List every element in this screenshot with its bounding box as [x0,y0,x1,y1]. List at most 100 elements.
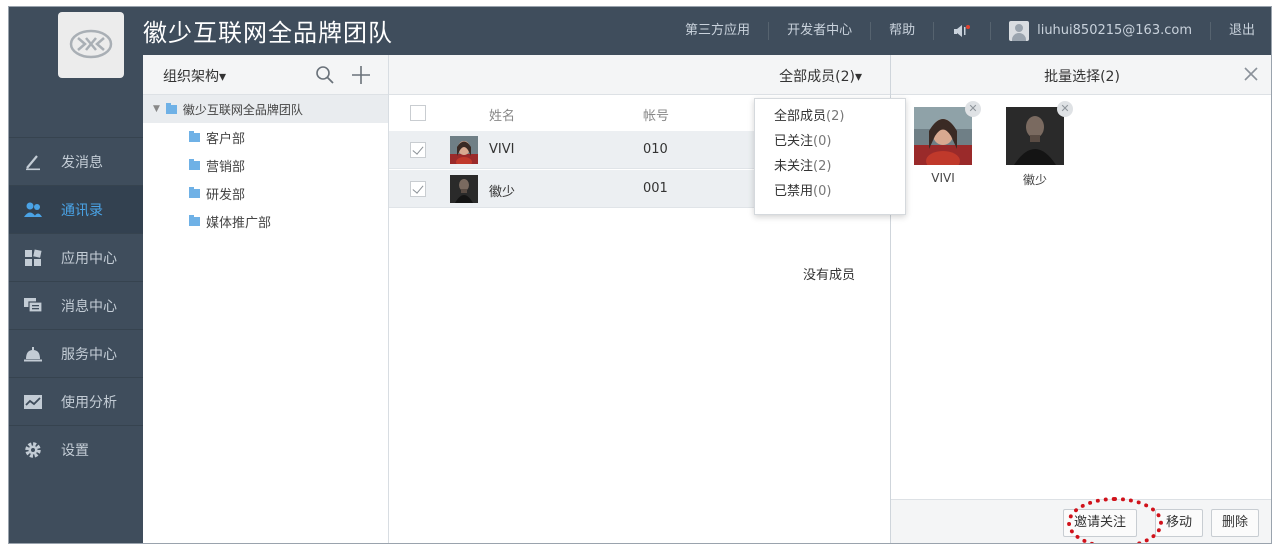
sidebar-item-contacts[interactable]: 通讯录 [9,185,143,233]
delete-button[interactable]: 删除 [1211,509,1260,537]
filter-option-label: 未关注 [774,159,814,174]
avatar [914,107,972,171]
logout-link[interactable]: 退出 [1209,22,1271,40]
folder-icon [189,158,200,170]
nav-third-party-apps[interactable]: 第三方应用 [667,22,768,40]
member-account: 010 [643,142,668,157]
team-title: 徽少互联网全品牌团队 [143,19,393,47]
org-tree-panel: 组织架构▾ ▼ 徽少互联网全品牌团队 客户部 营销部 研发部 媒体推广部 [143,55,389,543]
messages-icon [23,296,43,316]
folder-icon [189,130,200,142]
sidebar: 发消息 通讯录 应用中心 消息中心 服务中心 使用分析 设置 [9,7,143,543]
filter-option-label: 已关注 [774,134,814,149]
sidebar-menu: 发消息 通讯录 应用中心 消息中心 服务中心 使用分析 设置 [9,137,143,473]
member-filter-menu: 全部成员(2) 已关注(0) 未关注(2) 已禁用(0) [754,98,906,215]
filter-option-count: (0) [813,134,832,149]
selected-member-name: VIVI [931,171,955,185]
batch-select-panel: 批量选择(2) ✕ VIVI ✕ 徽少 邀请关注 移动 删除 [891,55,1271,543]
member-account: 001 [643,181,668,196]
sidebar-item-settings[interactable]: 设置 [9,425,143,473]
search-icon[interactable] [315,65,335,89]
sidebar-item-label: 应用中心 [61,250,117,267]
select-all-checkbox[interactable] [410,105,426,121]
tree-item-department[interactable]: 研发部 [143,179,388,207]
row-checkbox[interactable] [410,181,426,197]
avatar [450,175,478,203]
filter-option-label: 全部成员 [774,109,827,124]
top-nav: 第三方应用 开发者中心 帮助 liuhui850215@163.com 退出 [667,7,1271,55]
invite-follow-button[interactable]: 邀请关注 [1063,509,1138,537]
department-label: 媒体推广部 [206,215,272,231]
filter-option-all[interactable]: 全部成员(2) [755,104,905,129]
filter-option-count: (0) [813,184,832,199]
sidebar-item-message-center[interactable]: 消息中心 [9,281,143,329]
org-structure-dropdown[interactable]: 组织架构▾ [163,66,226,86]
caret-down-icon[interactable]: ▼ [153,104,160,114]
top-bar: 徽少互联网全品牌团队 第三方应用 开发者中心 帮助 liuhui850215@1… [9,7,1271,55]
sidebar-item-analytics[interactable]: 使用分析 [9,377,143,425]
sidebar-item-label: 设置 [61,442,89,459]
selected-member-card: ✕ 徽少 [1005,101,1073,188]
selected-member-name: 徽少 [1022,173,1047,187]
avatar [1009,21,1030,41]
department-label: 营销部 [206,159,246,175]
sidebar-item-label: 使用分析 [61,394,117,411]
gear-icon [23,440,43,460]
member-filter-dropdown[interactable]: 全部成员(2)▾ [779,66,862,86]
member-name: VIVI [489,142,515,157]
tree-item-department[interactable]: 媒体推广部 [143,207,388,235]
user-email: liuhui850215@163.com [1037,23,1192,38]
remove-selection-icon[interactable]: ✕ [965,101,981,117]
folder-icon [189,186,200,198]
tree-root-label: 徽少互联网全品牌团队 [182,102,303,117]
selected-member-card: ✕ VIVI [913,101,981,185]
sidebar-item-label: 发消息 [61,154,103,171]
filter-option-disabled[interactable]: 已禁用(0) [755,179,905,204]
folder-icon [189,214,200,226]
close-icon[interactable] [1243,62,1259,87]
column-header-account: 帐号 [643,109,670,124]
batch-header: 批量选择(2) [891,55,1271,95]
department-label: 研发部 [206,187,246,203]
column-header-name: 姓名 [489,109,516,124]
pen-icon [23,152,43,172]
apps-icon [23,248,43,268]
department-label: 客户部 [206,131,246,147]
folder-icon [165,102,177,114]
sidebar-item-service-center[interactable]: 服务中心 [9,329,143,377]
tree-item-department[interactable]: 营销部 [143,151,388,179]
batch-title: 批量选择(2) [1044,69,1120,85]
nav-developer-center[interactable]: 开发者中心 [768,22,870,40]
app-window: 徽少互联网全品牌团队 第三方应用 开发者中心 帮助 liuhui850215@1… [8,6,1272,544]
sidebar-item-app-center[interactable]: 应用中心 [9,233,143,281]
remove-selection-icon[interactable]: ✕ [1057,101,1073,117]
user-menu[interactable]: liuhui850215@163.com [990,21,1210,41]
add-icon[interactable] [351,61,371,89]
filter-option-count: (2) [826,109,845,124]
chat-logo-icon[interactable] [58,12,124,78]
row-checkbox[interactable] [410,142,426,158]
filter-option-count: (2) [813,159,832,174]
move-button[interactable]: 移动 [1155,509,1204,537]
nav-help[interactable]: 帮助 [870,22,933,40]
batch-footer: 邀请关注 移动 删除 [891,499,1271,543]
filter-option-label: 已禁用 [774,184,814,199]
sidebar-item-label: 消息中心 [61,298,117,315]
service-bell-icon [23,344,43,364]
speaker-icon[interactable] [933,22,990,40]
contacts-icon [23,200,43,220]
avatar [450,136,478,167]
chart-icon [23,392,43,412]
empty-members-note: 没有成员 [803,268,856,283]
sidebar-item-label: 通讯录 [61,202,103,219]
tree-item-department[interactable]: 客户部 [143,123,388,151]
sidebar-item-label: 服务中心 [61,346,117,363]
filter-option-followed[interactable]: 已关注(0) [755,129,905,154]
tree-root-item[interactable]: ▼ 徽少互联网全品牌团队 [143,95,388,123]
member-name: 徽少 [489,185,516,200]
sidebar-item-send-message[interactable]: 发消息 [9,137,143,185]
filter-option-unfollowed[interactable]: 未关注(2) [755,154,905,179]
org-tree-header: 组织架构▾ [143,55,388,95]
avatar [1006,107,1064,165]
members-header: 全部成员(2)▾ [389,55,890,95]
